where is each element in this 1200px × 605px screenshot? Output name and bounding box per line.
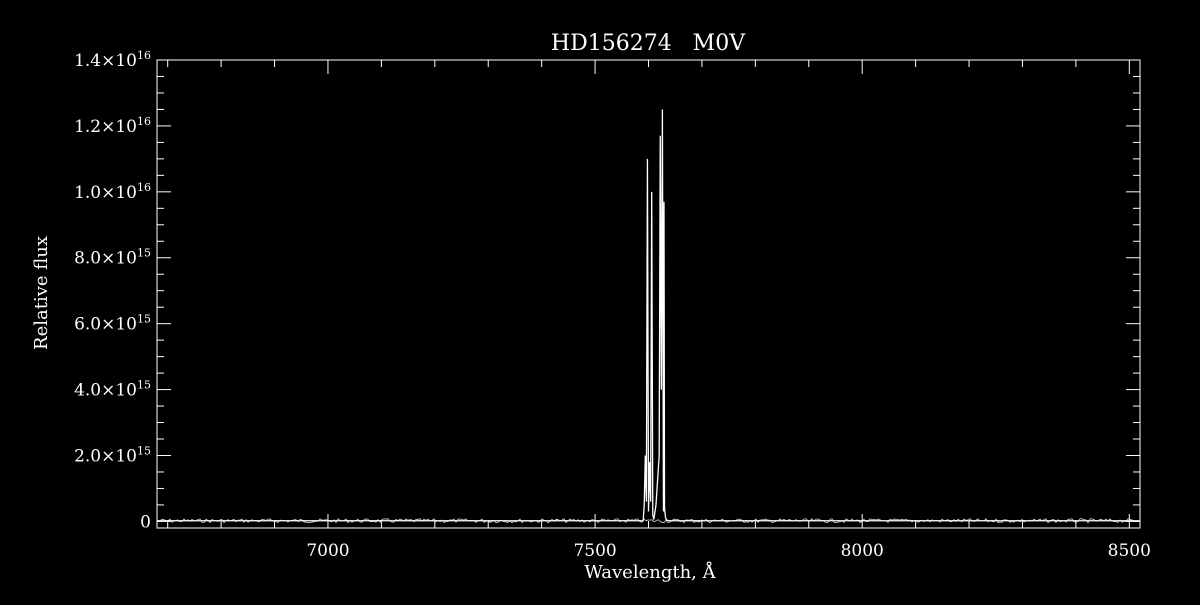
chart-background bbox=[0, 0, 1200, 600]
y-tick-label: 0 bbox=[140, 512, 151, 532]
x-tick-label: 7500 bbox=[573, 541, 616, 561]
x-tick-label: 8000 bbox=[841, 541, 884, 561]
x-axis-label: Wavelength, Å bbox=[584, 561, 716, 583]
spectrum-chart: HD156274 M0V Wavelength, Å Relative flux… bbox=[0, 0, 1200, 600]
x-tick-label: 8500 bbox=[1108, 541, 1151, 561]
y-axis-label: Relative flux bbox=[31, 236, 52, 350]
chart-title: HD156274 M0V bbox=[551, 31, 746, 56]
x-tick-label: 7000 bbox=[306, 541, 349, 561]
chart-svg: HD156274 M0V Wavelength, Å Relative flux… bbox=[0, 0, 1200, 600]
